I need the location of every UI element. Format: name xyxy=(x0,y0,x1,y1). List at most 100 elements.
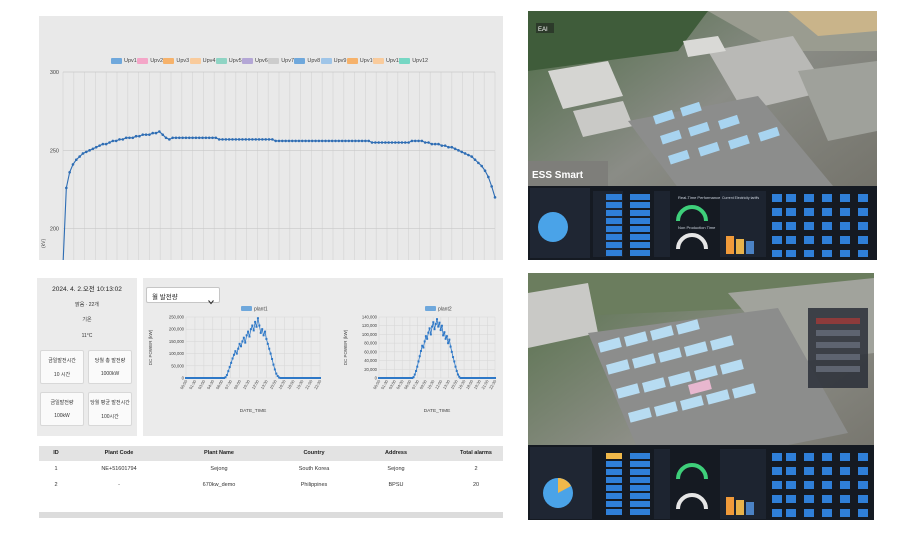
plant2-dc-power-chart: plant2 140,000 120,000 100,000 80,000 60,000 4… xyxy=(343,306,498,414)
data-point xyxy=(138,134,141,138)
data-point xyxy=(91,147,95,151)
data-point xyxy=(428,327,431,330)
data-point xyxy=(81,152,85,155)
data-point xyxy=(221,138,224,141)
data-point xyxy=(111,139,115,143)
data-point xyxy=(124,136,128,140)
data-point xyxy=(314,139,317,143)
badge-text: EAI xyxy=(538,27,548,33)
y-tick-label: 150,000 xyxy=(169,339,185,344)
tariff-panel-title: Current Electricity tariffs xyxy=(722,196,759,200)
data-point xyxy=(427,141,430,144)
data-point xyxy=(104,142,108,146)
ess-smart-caption: ESS Smart xyxy=(532,170,584,181)
data-point xyxy=(453,360,456,363)
data-point xyxy=(417,139,420,143)
data-point xyxy=(437,325,440,328)
weather-text: 맑음 · 22개 xyxy=(75,302,99,308)
y-tick-label: 20,000 xyxy=(364,367,377,372)
data-point xyxy=(307,139,311,143)
data-point xyxy=(420,139,424,143)
data-point xyxy=(98,144,101,147)
table-cell-col-address: Sejong xyxy=(387,466,405,472)
data-point xyxy=(88,149,91,152)
data-point xyxy=(164,136,168,140)
data-point xyxy=(447,145,450,149)
table-cell-col-id: 1 xyxy=(54,466,58,472)
stat-value: 1000kW xyxy=(100,371,120,377)
data-point xyxy=(347,139,351,143)
data-point xyxy=(235,352,238,355)
data-point xyxy=(319,377,321,379)
data-point xyxy=(254,138,258,141)
data-point xyxy=(380,141,384,144)
table-cell-col-address: BPSU xyxy=(388,482,404,488)
data-point xyxy=(310,139,314,143)
data-point xyxy=(181,136,184,140)
table-header-col-id[interactable]: ID xyxy=(53,450,59,456)
table-header-col-plant-code[interactable]: Plant Code xyxy=(105,450,134,456)
data-point xyxy=(264,138,268,141)
period-select[interactable]: 월 발전량 xyxy=(146,287,220,305)
table-header-col-address[interactable]: Address xyxy=(385,450,407,456)
data-point xyxy=(304,139,307,143)
data-point xyxy=(470,155,474,158)
legend-label: plant1 xyxy=(254,307,268,313)
data-point xyxy=(440,144,444,147)
data-point xyxy=(238,342,241,345)
data-point xyxy=(274,139,277,143)
data-point xyxy=(487,175,490,179)
data-point xyxy=(340,139,344,143)
data-point xyxy=(227,138,231,141)
legend-label: plant2 xyxy=(438,307,452,313)
data-point xyxy=(148,133,151,136)
y-tick-label: 40,000 xyxy=(364,358,377,363)
data-point xyxy=(161,133,164,136)
table-header-col-plant-name[interactable]: Plant Name xyxy=(204,450,234,456)
data-point xyxy=(438,321,441,324)
data-point xyxy=(71,163,75,166)
data-point xyxy=(171,136,174,140)
data-point xyxy=(418,355,421,358)
data-point xyxy=(151,131,155,135)
data-point xyxy=(374,141,377,144)
data-point xyxy=(354,139,357,143)
data-point xyxy=(442,334,445,337)
data-point xyxy=(178,136,181,140)
table-header-col-total-alarms[interactable]: Total alarms xyxy=(460,450,492,456)
table-header-col-country[interactable]: Country xyxy=(303,450,324,456)
y-tick-label: 60,000 xyxy=(364,349,377,354)
table-scrollbar[interactable] xyxy=(39,512,503,518)
data-point xyxy=(327,139,331,143)
plant1-dc-power-chart: plant1 250,000 200,000 150,000 100,000 50,000… xyxy=(148,306,323,414)
data-point xyxy=(480,164,484,168)
data-point xyxy=(68,170,71,174)
data-point xyxy=(237,138,241,141)
data-point xyxy=(275,372,278,375)
data-point xyxy=(387,141,390,144)
data-point xyxy=(416,365,419,368)
data-point xyxy=(214,136,218,140)
data-point xyxy=(403,141,407,144)
data-point xyxy=(118,138,121,141)
table-cell-col-plant-name: 670kw_demo xyxy=(202,482,236,488)
data-point xyxy=(400,141,404,144)
data-point xyxy=(230,361,233,364)
data-point xyxy=(320,139,324,143)
data-point xyxy=(255,325,258,328)
data-point xyxy=(227,370,230,373)
aerial-photo-bottom-image xyxy=(528,273,874,520)
data-point xyxy=(94,145,98,149)
y-tick-label: 100,000 xyxy=(169,351,185,356)
data-point xyxy=(410,139,414,143)
data-point xyxy=(423,141,427,144)
data-point xyxy=(134,134,138,138)
data-point xyxy=(330,139,334,143)
data-point xyxy=(360,139,364,143)
data-point xyxy=(237,347,240,350)
data-point xyxy=(337,139,341,143)
data-point xyxy=(194,136,198,140)
data-point xyxy=(390,141,394,144)
data-point xyxy=(228,366,231,369)
table-cell-col-plant-code: - xyxy=(118,482,120,488)
